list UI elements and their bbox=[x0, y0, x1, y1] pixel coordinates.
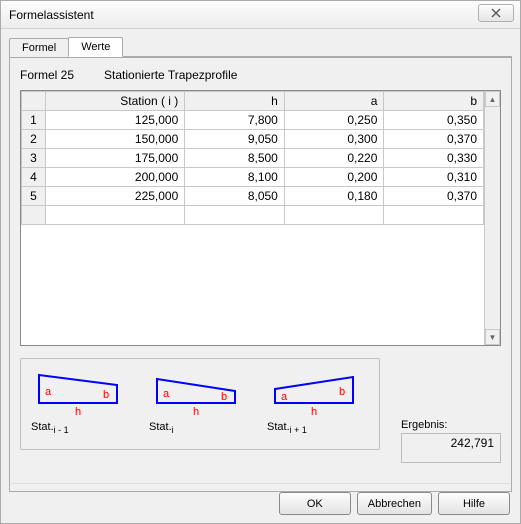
cell-station[interactable]: 175,000 bbox=[45, 149, 184, 168]
tab-werte[interactable]: Werte bbox=[68, 37, 123, 57]
cell-h[interactable]: 8,100 bbox=[185, 168, 285, 187]
dialog-buttons: OK Abbrechen Hilfe bbox=[11, 483, 510, 515]
tab-panel-werte: Formel 25 Stationierte Trapezprofile Sta… bbox=[9, 57, 512, 492]
cell-a[interactable]: 0,200 bbox=[284, 168, 384, 187]
help-button[interactable]: Hilfe bbox=[438, 492, 510, 515]
col-header-h[interactable]: h bbox=[185, 92, 285, 111]
titlebar: Formelassistent bbox=[1, 1, 520, 29]
trapezoid-icon: a b h bbox=[267, 367, 362, 419]
cell-a[interactable]: 0,300 bbox=[284, 130, 384, 149]
cell-b[interactable]: 0,350 bbox=[384, 111, 484, 130]
stat-label: Stat. bbox=[149, 421, 172, 433]
label-b: b bbox=[221, 391, 227, 403]
grid-corner bbox=[22, 92, 46, 111]
result-value: 242,791 bbox=[401, 433, 501, 463]
cell-h[interactable]: 8,500 bbox=[185, 149, 285, 168]
formula-id: Formel 25 bbox=[20, 68, 74, 82]
cell-h[interactable]: 8,050 bbox=[185, 187, 285, 206]
cell-station[interactable]: 200,000 bbox=[45, 168, 184, 187]
result-group: Ergebnis: 242,791 bbox=[401, 419, 501, 463]
cell-h[interactable]: 7,800 bbox=[185, 111, 285, 130]
formula-desc: Stationierte Trapezprofile bbox=[104, 68, 237, 82]
cancel-button[interactable]: Abbrechen bbox=[357, 492, 432, 515]
scroll-up-icon[interactable]: ▲ bbox=[485, 91, 500, 107]
cell-a[interactable]: 0,180 bbox=[284, 187, 384, 206]
diagram-group: a b h Stat.i - 1 a b h Stat.i a bbox=[20, 358, 380, 450]
table-row-empty[interactable] bbox=[22, 206, 484, 225]
diagram-i: a b h Stat.i bbox=[149, 367, 249, 435]
cell-a[interactable]: 0,250 bbox=[284, 111, 384, 130]
col-header-b[interactable]: b bbox=[384, 92, 484, 111]
col-header-a[interactable]: a bbox=[284, 92, 384, 111]
panel-subtitle: Formel 25 Stationierte Trapezprofile bbox=[20, 68, 501, 82]
table-row[interactable]: 2 150,000 9,050 0,300 0,370 bbox=[22, 130, 484, 149]
label-h: h bbox=[193, 406, 199, 418]
ok-button[interactable]: OK bbox=[279, 492, 351, 515]
label-h: h bbox=[75, 406, 81, 418]
data-grid[interactable]: Station ( i ) h a b 1 125,000 7,800 0,25… bbox=[20, 90, 501, 346]
cell-b[interactable]: 0,370 bbox=[384, 187, 484, 206]
stat-sub: i + 1 bbox=[290, 425, 307, 435]
vertical-scrollbar[interactable]: ▲ ▼ bbox=[484, 91, 500, 345]
cell-h[interactable]: 9,050 bbox=[185, 130, 285, 149]
diagram-im1: a b h Stat.i - 1 bbox=[31, 367, 131, 435]
tab-formel[interactable]: Formel bbox=[9, 38, 69, 57]
table-row[interactable]: 3 175,000 8,500 0,220 0,330 bbox=[22, 149, 484, 168]
stat-sub: i - 1 bbox=[54, 425, 69, 435]
table-row[interactable]: 5 225,000 8,050 0,180 0,370 bbox=[22, 187, 484, 206]
table-row[interactable]: 1 125,000 7,800 0,250 0,350 bbox=[22, 111, 484, 130]
stat-sub: i bbox=[172, 425, 174, 435]
cell-b[interactable]: 0,330 bbox=[384, 149, 484, 168]
row-header[interactable]: 4 bbox=[22, 168, 46, 187]
close-button[interactable] bbox=[478, 4, 514, 22]
label-b: b bbox=[339, 386, 345, 398]
col-header-station[interactable]: Station ( i ) bbox=[45, 92, 184, 111]
stat-label: Stat. bbox=[267, 421, 290, 433]
cell-station[interactable]: 125,000 bbox=[45, 111, 184, 130]
scroll-down-icon[interactable]: ▼ bbox=[485, 329, 500, 345]
row-header[interactable]: 3 bbox=[22, 149, 46, 168]
tab-strip: Formel Werte bbox=[9, 35, 512, 57]
label-b: b bbox=[103, 389, 109, 401]
row-header[interactable]: 1 bbox=[22, 111, 46, 130]
trapezoid-icon: a b h bbox=[31, 367, 126, 419]
diagram-ip1: a b h Stat.i + 1 bbox=[267, 367, 367, 435]
cell-station[interactable]: 150,000 bbox=[45, 130, 184, 149]
row-header[interactable]: 5 bbox=[22, 187, 46, 206]
cell-b[interactable]: 0,310 bbox=[384, 168, 484, 187]
window-title: Formelassistent bbox=[9, 8, 94, 22]
table-row[interactable]: 4 200,000 8,100 0,200 0,310 bbox=[22, 168, 484, 187]
cell-a[interactable]: 0,220 bbox=[284, 149, 384, 168]
trapezoid-icon: a b h bbox=[149, 367, 244, 419]
close-icon bbox=[490, 8, 502, 18]
label-a: a bbox=[281, 391, 288, 403]
label-a: a bbox=[45, 386, 52, 398]
label-h: h bbox=[311, 406, 317, 418]
row-header[interactable]: 2 bbox=[22, 130, 46, 149]
dialog-window: Formelassistent Formel Werte Formel 25 S… bbox=[0, 0, 521, 524]
cell-station[interactable]: 225,000 bbox=[45, 187, 184, 206]
stat-label: Stat. bbox=[31, 421, 54, 433]
label-a: a bbox=[163, 388, 170, 400]
result-label: Ergebnis: bbox=[401, 419, 501, 431]
cell-b[interactable]: 0,370 bbox=[384, 130, 484, 149]
